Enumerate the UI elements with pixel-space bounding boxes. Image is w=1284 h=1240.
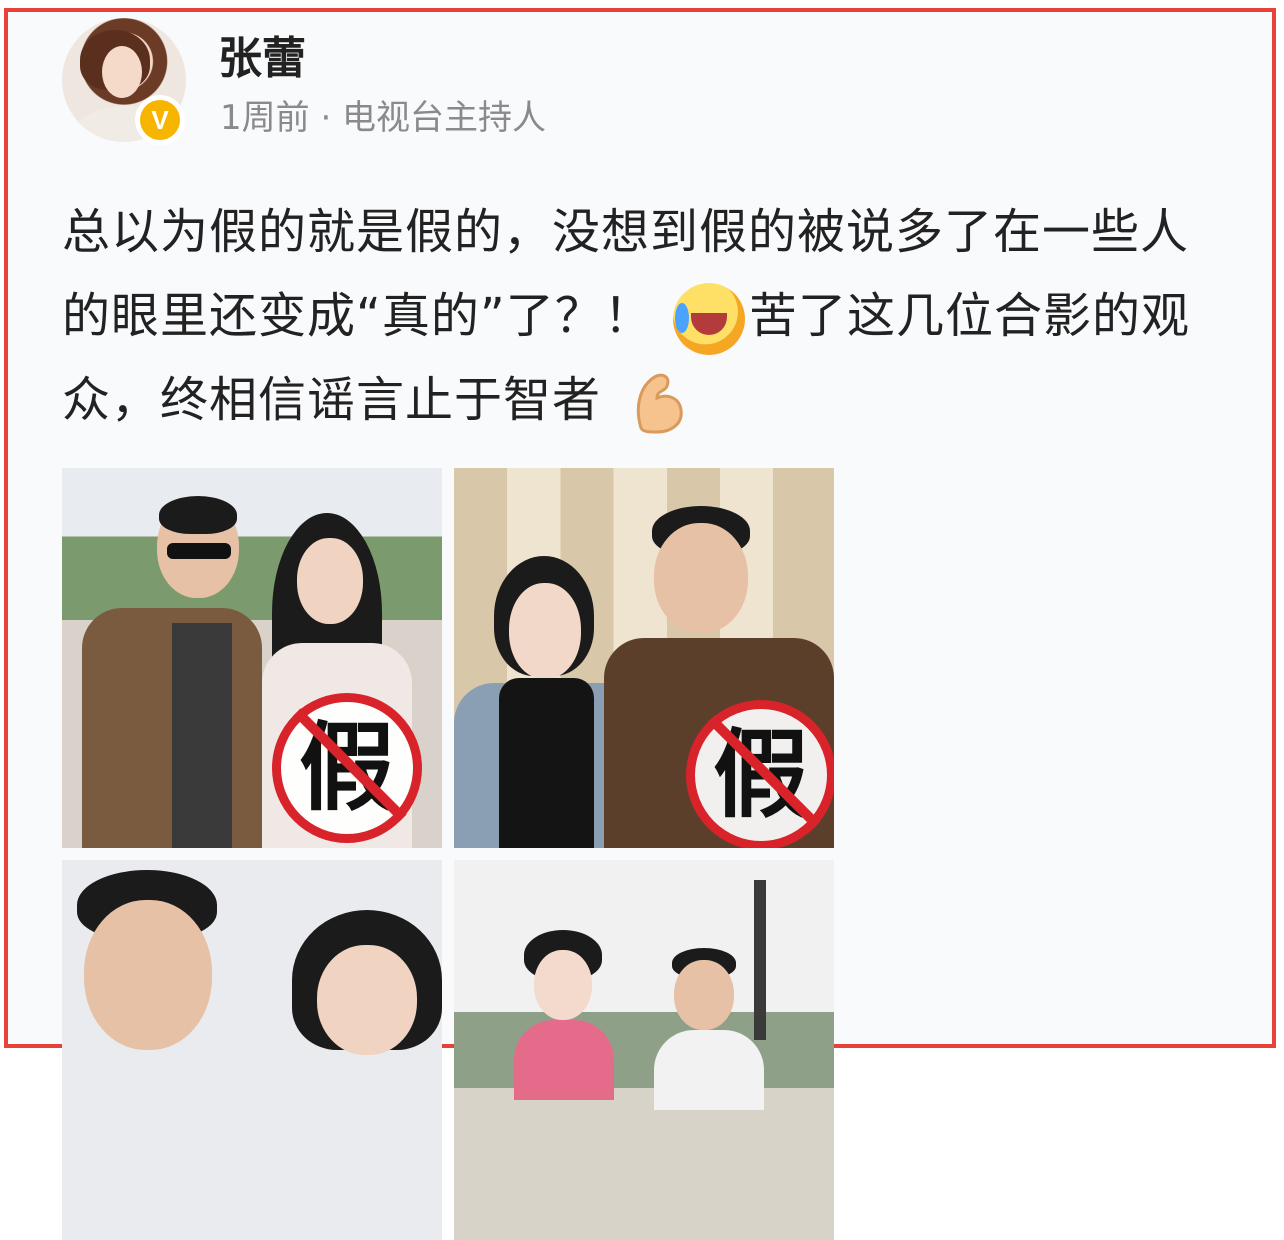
laughing-crying-emoji-icon [673, 283, 746, 355]
username[interactable]: 张蕾 [218, 22, 306, 86]
post-meta: 1周前 · 电视台主持人 [220, 98, 547, 138]
person-head [84, 900, 212, 1050]
photo-3[interactable] [62, 860, 442, 1240]
person-head [297, 538, 363, 624]
person-hair [159, 496, 237, 534]
photo-4[interactable] [454, 860, 834, 1240]
person-head [674, 960, 734, 1030]
person-head [509, 583, 581, 679]
person-head [654, 523, 748, 633]
person-shirt [172, 623, 232, 848]
person-head [317, 945, 417, 1055]
sunglasses-icon [167, 543, 231, 559]
person-shirt [654, 1030, 764, 1110]
person-dress [514, 1020, 614, 1100]
fake-stamp-icon: 假 [272, 693, 422, 843]
post-text: 总以为假的就是假的，没想到假的被说多了在一些人的眼里还变成“真的”了？！ 苦了这… [62, 190, 1212, 442]
fake-stamp-icon: 假 [686, 700, 834, 848]
person-sweater [499, 678, 594, 848]
person-head [534, 950, 592, 1020]
verified-badge-label: V [140, 100, 180, 140]
photo-1[interactable]: 假 [62, 468, 442, 848]
avatar-face [102, 46, 142, 98]
tree-trunk [754, 880, 766, 1040]
verified-badge-icon: V [135, 95, 185, 145]
flexed-biceps-emoji-icon [637, 373, 683, 434]
photo-2[interactable]: 假 [454, 468, 834, 848]
